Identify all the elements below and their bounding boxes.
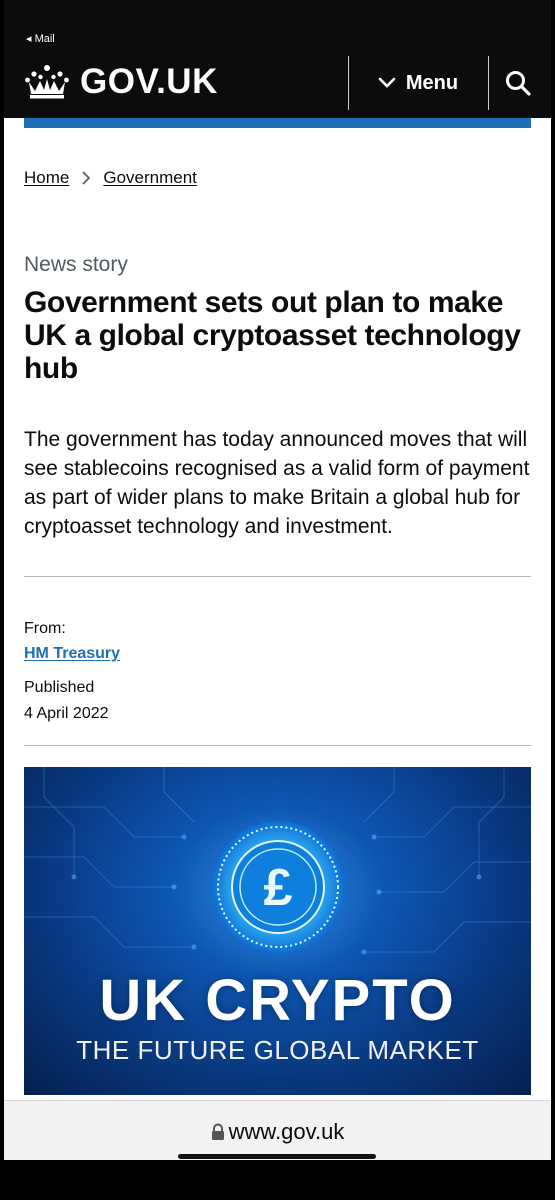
breadcrumb: Home Government	[24, 168, 197, 188]
logo-text: GOV.UK	[80, 62, 218, 101]
address-display[interactable]: www.gov.uk	[4, 1119, 551, 1145]
from-label: From:	[24, 620, 66, 637]
breadcrumb-link-home[interactable]: Home	[24, 168, 69, 188]
page-title: Government sets out plan to make UK a gl…	[24, 286, 521, 385]
header-accent-bar	[24, 118, 531, 128]
lock-icon	[211, 1123, 224, 1140]
status-bar: ◂ Mail	[4, 0, 551, 45]
pound-coin-icon: £	[212, 821, 344, 953]
crown-icon	[25, 65, 69, 99]
home-indicator[interactable]	[178, 1154, 376, 1159]
hero-subtitle: THE FUTURE GLOBAL MARKET	[76, 1035, 479, 1065]
search-icon	[505, 71, 531, 96]
content-type-caption: News story	[24, 253, 128, 276]
chevron-right-icon	[81, 170, 91, 186]
organisation-link[interactable]: HM Treasury	[24, 645, 120, 663]
section-divider	[24, 745, 531, 746]
menu-label: Menu	[405, 71, 459, 94]
breadcrumb-link-government[interactable]: Government	[103, 168, 197, 188]
published-label: Published	[24, 679, 95, 696]
search-button[interactable]	[490, 56, 545, 110]
site-header: GOV.UK Menu	[4, 44, 551, 118]
hero-title: UK CRYPTO	[99, 968, 456, 1033]
page-screen: ◂ Mail GOV.UK Menu Home Government News …	[4, 0, 551, 1160]
chevron-down-icon	[378, 77, 396, 88]
header-divider	[488, 56, 489, 110]
hero-image: £ UK CRYPTO THE FUTURE GLOBAL MARKET	[24, 767, 531, 1095]
published-date: 4 April 2022	[24, 705, 109, 722]
coin-symbol: £	[264, 859, 293, 917]
lead-paragraph: The government has today announced moves…	[24, 428, 530, 538]
url-text: www.gov.uk	[228, 1119, 345, 1144]
govuk-logo[interactable]: GOV.UK	[24, 62, 218, 101]
section-divider	[24, 576, 531, 577]
browser-address-bar[interactable]: www.gov.uk	[4, 1100, 551, 1160]
menu-button[interactable]: Menu	[349, 56, 487, 110]
